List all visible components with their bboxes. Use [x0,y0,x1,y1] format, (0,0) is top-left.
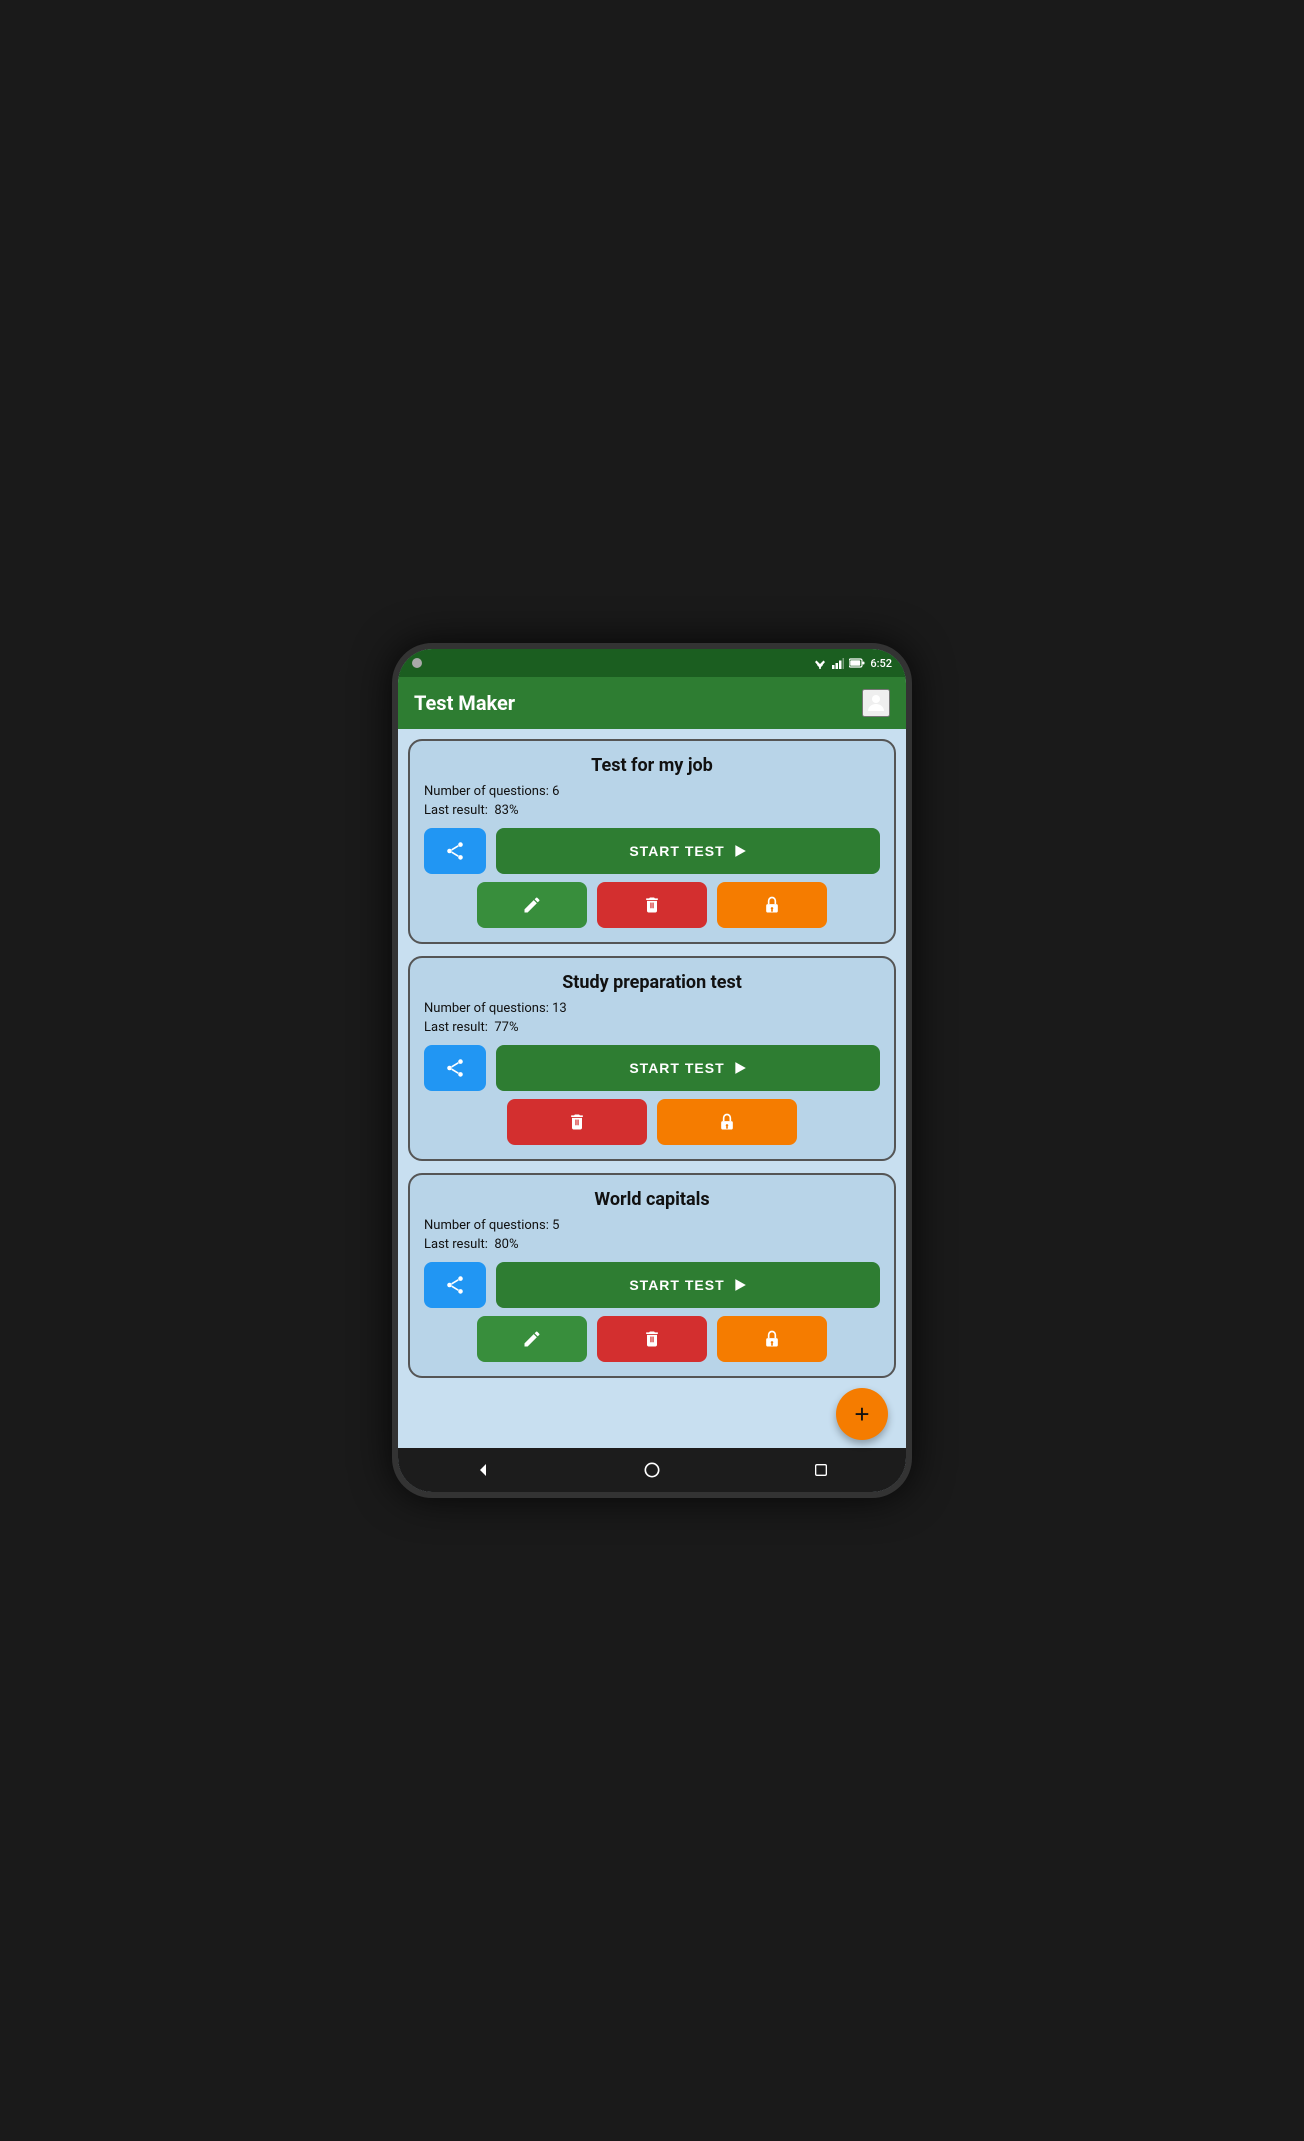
delete-button-capitals[interactable] [597,1316,707,1362]
lock-button-study[interactable] [657,1099,797,1145]
share-button-capitals[interactable] [424,1262,486,1308]
nav-home-button[interactable] [632,1450,672,1490]
status-bar: 6:52 [398,649,906,677]
plus-icon: + [854,1399,869,1430]
card-job-result: Last result: 83% [424,803,880,818]
battery-icon [849,658,865,668]
delete-icon [642,1329,662,1349]
card-capitals-title: World capitals [424,1189,880,1210]
start-test-button-capitals[interactable]: START TEST [496,1262,880,1308]
edit-button-job[interactable] [477,882,587,928]
recents-icon [813,1462,829,1478]
card-capitals-row2 [424,1316,880,1362]
back-icon [474,1461,492,1479]
test-card-capitals: World capitals Number of questions: 5 La… [408,1173,896,1378]
nav-recents-button[interactable] [801,1450,841,1490]
app-bar: Test Maker [398,677,906,729]
share-icon [444,1274,466,1296]
card-study-row1: START TEST [424,1045,880,1091]
play-icon [733,1061,747,1075]
lock-icon [717,1111,737,1133]
card-capitals-row1: START TEST [424,1262,880,1308]
device-frame: 6:52 Test Maker Test for my job Number o… [392,643,912,1498]
user-profile-button[interactable] [862,689,890,717]
delete-button-study[interactable] [507,1099,647,1145]
card-study-row2 [424,1099,880,1145]
card-study-result: Last result: 77% [424,1020,880,1035]
card-job-row1: START TEST [424,828,880,874]
edit-icon [522,1329,542,1349]
play-icon [733,844,747,858]
wifi-icon [813,658,827,669]
play-icon [733,1278,747,1292]
status-time: 6:52 [870,657,892,670]
delete-icon [567,1112,587,1132]
status-right: 6:52 [813,657,892,670]
card-study-questions: Number of questions: 13 [424,1001,880,1016]
nav-back-button[interactable] [463,1450,503,1490]
test-card-study: Study preparation test Number of questio… [408,956,896,1161]
start-test-button-job[interactable]: START TEST [496,828,880,874]
card-job-row2 [424,882,880,928]
lock-icon [762,1328,782,1350]
card-capitals-result: Last result: 80% [424,1237,880,1252]
signal-dot [412,658,422,668]
start-test-button-study[interactable]: START TEST [496,1045,880,1091]
test-card-job: Test for my job Number of questions: 6 L… [408,739,896,944]
share-icon [444,1057,466,1079]
delete-icon [642,895,662,915]
lock-icon [762,894,782,916]
device-screen: 6:52 Test Maker Test for my job Number o… [398,649,906,1492]
status-left [412,658,422,668]
card-study-title: Study preparation test [424,972,880,993]
card-job-questions: Number of questions: 6 [424,784,880,799]
app-title: Test Maker [414,691,515,715]
card-job-title: Test for my job [424,755,880,776]
lock-button-capitals[interactable] [717,1316,827,1362]
share-button-job[interactable] [424,828,486,874]
nav-bar [398,1448,906,1492]
home-icon [642,1460,662,1480]
edit-icon [522,895,542,915]
share-icon [444,840,466,862]
delete-button-job[interactable] [597,882,707,928]
edit-button-capitals[interactable] [477,1316,587,1362]
card-capitals-questions: Number of questions: 5 [424,1218,880,1233]
user-icon [864,691,888,715]
lock-button-job[interactable] [717,882,827,928]
signal-icon [832,658,844,669]
share-button-study[interactable] [424,1045,486,1091]
add-test-fab[interactable]: + [836,1388,888,1440]
tests-list: Test for my job Number of questions: 6 L… [398,729,906,1448]
